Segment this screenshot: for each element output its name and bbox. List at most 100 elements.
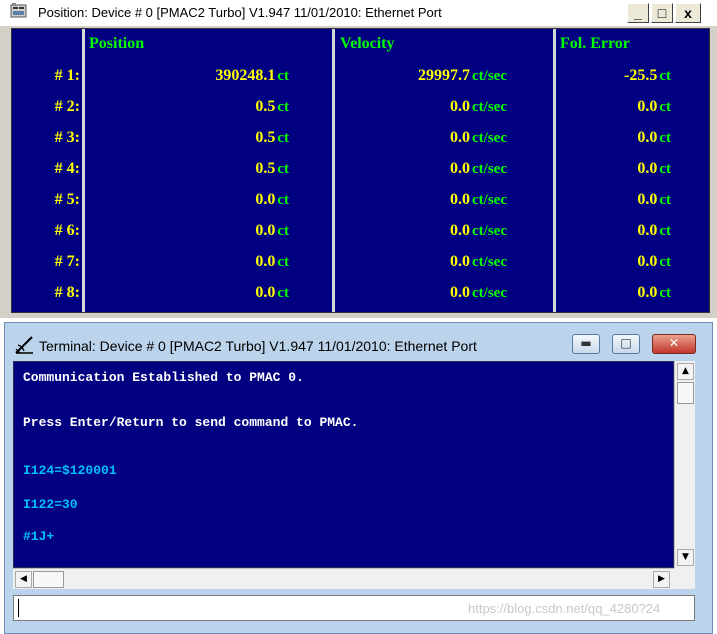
position-value-cell: 0.0 ct — [255, 222, 289, 240]
position-minimize-button[interactable]: _ — [627, 3, 649, 23]
position-value-cell: 0.0 ct — [255, 191, 289, 209]
fol-error-value-cell: 0.0 ct — [637, 191, 671, 209]
position-value-cell: 390248.1 ct — [215, 67, 289, 85]
velocity-value-cell: 0.0 ct/sec — [450, 160, 507, 178]
fol-error-value-cell: 0.0 ct — [637, 284, 671, 302]
fol-error-unit: ct — [659, 99, 671, 115]
motor-label: # 8: — [54, 284, 80, 301]
velocity-value-cell: 0.0 ct/sec — [450, 284, 507, 302]
terminal-maximize-button[interactable]: □ — [612, 334, 640, 354]
motor-label: # 7: — [54, 253, 80, 270]
motor-label: # 6: — [54, 222, 80, 239]
velocity-value: 0.0 — [450, 129, 471, 146]
motor-row: # 6: 0.0 ct 0.0 ct/sec 0.0 ct — [12, 222, 709, 253]
fol-error-value-cell: 0.0 ct — [637, 129, 671, 147]
scroll-right-arrow-icon[interactable]: ▶ — [653, 571, 670, 588]
terminal-output[interactable]: Communication Established to PMAC 0. Pre… — [13, 361, 674, 568]
terminal-title-bar[interactable]: Terminal: Device # 0 [PMAC2 Turbo] V1.94… — [5, 323, 712, 357]
position-value: 0.5 — [255, 129, 276, 146]
velocity-value: 29997.7 — [418, 67, 471, 84]
fol-error-value: 0.0 — [637, 222, 658, 239]
velocity-unit: ct/sec — [472, 285, 507, 301]
velocity-value: 0.0 — [450, 191, 471, 208]
velocity-unit: ct/sec — [472, 130, 507, 146]
fol-error-value: 0.0 — [637, 160, 658, 177]
velocity-value-cell: 0.0 ct/sec — [450, 191, 507, 209]
fol-error-unit: ct — [659, 254, 671, 270]
velocity-unit: ct/sec — [472, 68, 507, 84]
velocity-value-cell: 29997.7 ct/sec — [418, 67, 507, 85]
terminal-line: #1J+ — [23, 529, 55, 544]
position-title-bar[interactable]: Position: Device # 0 [PMAC2 Turbo] V1.94… — [0, 0, 717, 26]
fol-error-unit: ct — [659, 192, 671, 208]
scroll-up-arrow-icon[interactable]: ▲ — [677, 363, 694, 380]
terminal-pen-icon — [15, 336, 33, 354]
terminal-line: I122=30 — [23, 497, 78, 512]
terminal-window: Terminal: Device # 0 [PMAC2 Turbo] V1.94… — [4, 322, 713, 634]
position-window-app-icon — [10, 3, 27, 18]
position-value: 390248.1 — [215, 67, 276, 84]
text-caret — [18, 599, 19, 617]
vertical-scrollbar[interactable]: ▲ ▼ — [674, 361, 695, 568]
position-value: 0.0 — [255, 222, 276, 239]
position-value: 0.0 — [255, 191, 276, 208]
fol-error-value-cell: 0.0 ct — [637, 98, 671, 116]
position-unit: ct — [277, 130, 289, 146]
scrollbar-corner — [674, 568, 695, 589]
position-unit: ct — [277, 223, 289, 239]
motor-label: # 4: — [54, 160, 80, 177]
scroll-left-arrow-icon[interactable]: ◀ — [15, 571, 32, 588]
velocity-value-cell: 0.0 ct/sec — [450, 98, 507, 116]
position-value-cell: 0.0 ct — [255, 284, 289, 302]
watermark-text: https://blog.csdn.net/qq_4280?24 — [468, 601, 661, 616]
velocity-value: 0.0 — [450, 253, 471, 270]
header-fol-error: Fol. Error — [560, 35, 630, 52]
position-window: Position: Device # 0 [PMAC2 Turbo] V1.94… — [0, 0, 717, 318]
motor-row: # 8: 0.0 ct 0.0 ct/sec 0.0 ct — [12, 284, 709, 315]
fol-error-unit: ct — [659, 68, 671, 84]
fol-error-value-cell: -25.5 ct — [624, 67, 671, 85]
velocity-unit: ct/sec — [472, 254, 507, 270]
motor-row: # 7: 0.0 ct 0.0 ct/sec 0.0 ct — [12, 253, 709, 284]
motor-label: # 5: — [54, 191, 80, 208]
fol-error-unit: ct — [659, 130, 671, 146]
motor-label: # 1: — [54, 67, 80, 84]
fol-error-value-cell: 0.0 ct — [637, 253, 671, 271]
position-value-cell: 0.5 ct — [255, 129, 289, 147]
position-close-button[interactable]: x — [675, 3, 701, 23]
terminal-close-button[interactable]: ✕ — [652, 334, 696, 354]
terminal-line: I124=$120001 — [23, 463, 117, 478]
horizontal-scrollbar[interactable]: ◀ ▶ — [13, 568, 674, 589]
motor-row: # 4: 0.5 ct 0.0 ct/sec 0.0 ct — [12, 160, 709, 191]
velocity-unit: ct/sec — [472, 192, 507, 208]
position-maximize-button[interactable]: □ — [651, 3, 673, 23]
position-value-cell: 0.5 ct — [255, 98, 289, 116]
position-grid: Position Velocity Fol. Error # 1: 390248… — [11, 28, 710, 313]
fol-error-value-cell: 0.0 ct — [637, 160, 671, 178]
motor-row: # 5: 0.0 ct 0.0 ct/sec 0.0 ct — [12, 191, 709, 222]
fol-error-value: -25.5 — [624, 67, 658, 84]
fol-error-unit: ct — [659, 285, 671, 301]
terminal-minimize-button[interactable]: ▬ — [572, 334, 600, 354]
header-velocity: Velocity — [340, 35, 395, 52]
velocity-value: 0.0 — [450, 160, 471, 177]
fol-error-value: 0.0 — [637, 253, 658, 270]
command-input[interactable]: https://blog.csdn.net/qq_4280?24 — [13, 595, 695, 621]
fol-error-value-cell: 0.0 ct — [637, 222, 671, 240]
velocity-value-cell: 0.0 ct/sec — [450, 253, 507, 271]
motor-row: # 3: 0.5 ct 0.0 ct/sec 0.0 ct — [12, 129, 709, 160]
terminal-window-title: Terminal: Device # 0 [PMAC2 Turbo] V1.94… — [39, 338, 477, 354]
velocity-value: 0.0 — [450, 284, 471, 301]
motor-label: # 2: — [54, 98, 80, 115]
motor-row: # 2: 0.5 ct 0.0 ct/sec 0.0 ct — [12, 98, 709, 129]
position-unit: ct — [277, 285, 289, 301]
velocity-value: 0.0 — [450, 222, 471, 239]
motor-row: # 1: 390248.1 ct 29997.7 ct/sec -25.5 ct — [12, 67, 709, 98]
vertical-scroll-thumb[interactable] — [677, 382, 694, 404]
scroll-down-arrow-icon[interactable]: ▼ — [677, 549, 694, 566]
velocity-unit: ct/sec — [472, 99, 507, 115]
horizontal-scroll-thumb[interactable] — [33, 571, 64, 588]
header-position: Position — [89, 35, 145, 52]
terminal-line: Communication Established to PMAC 0. — [23, 370, 304, 385]
velocity-value-cell: 0.0 ct/sec — [450, 129, 507, 147]
